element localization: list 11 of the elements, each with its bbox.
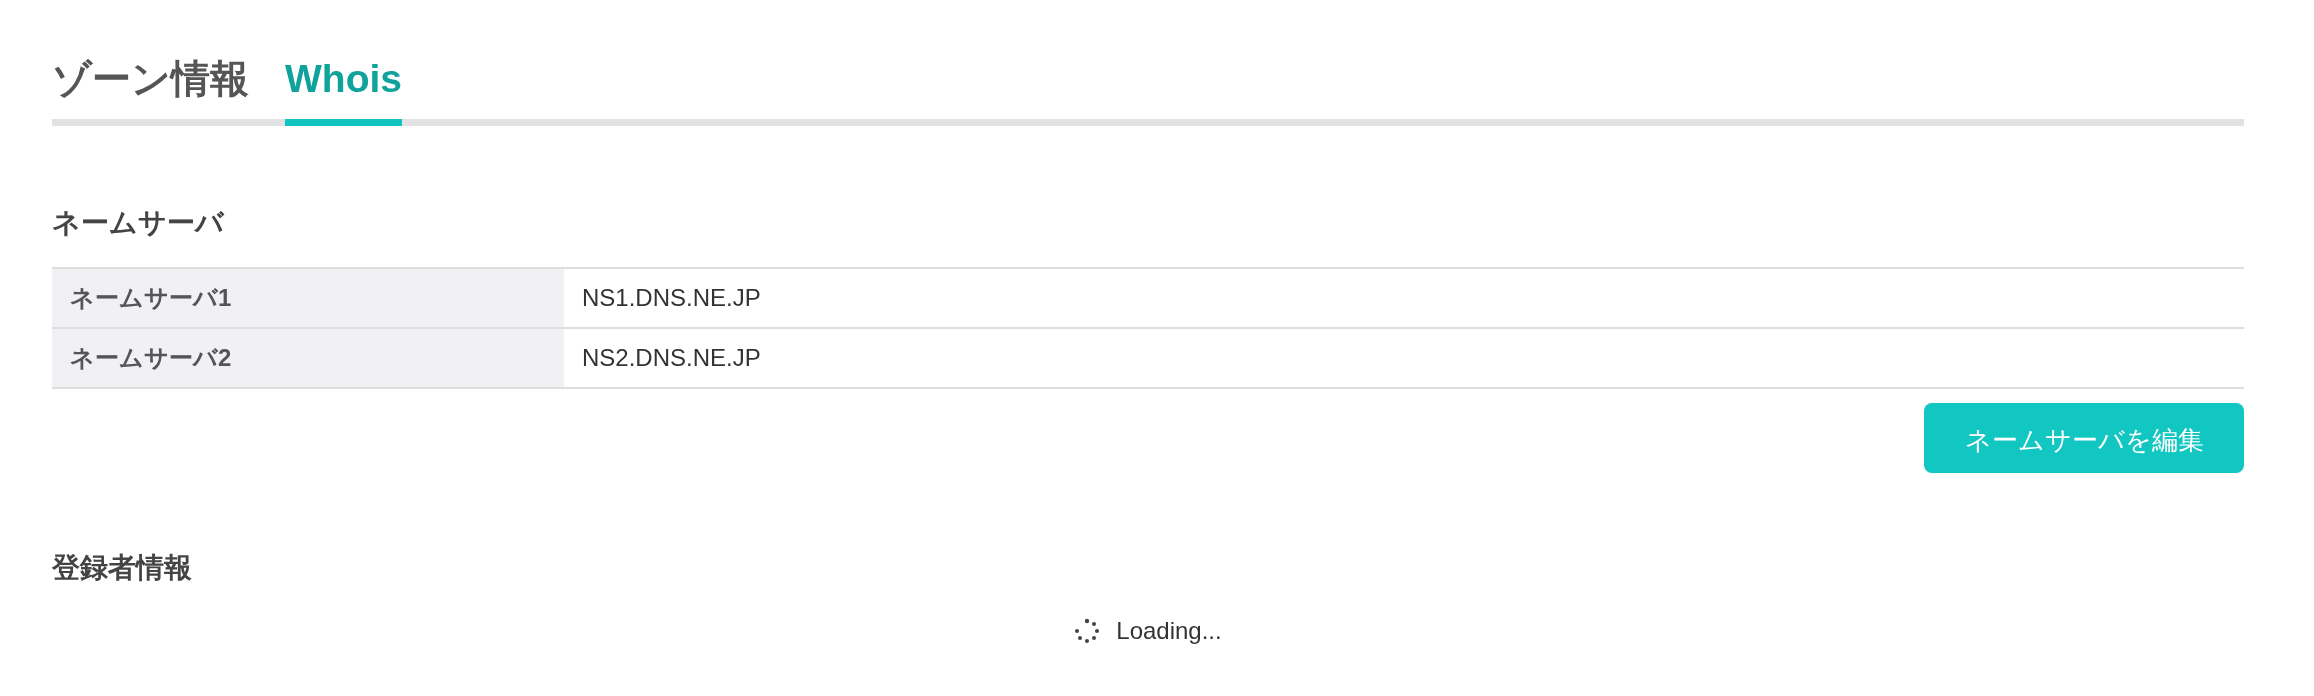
section-heading: 登録者情報 (52, 551, 193, 585)
section-heading: ネームサーバ (52, 205, 226, 240)
row-label: ネームサーバ1 (52, 268, 564, 329)
nameserver-value: NS2.DNS.NE.JP (564, 328, 2244, 389)
loading-text: Loading... (1116, 617, 1222, 645)
nameserver-value: NS1.DNS.NE.JP (564, 268, 2244, 329)
tab[interactable]: ゾーン情報 (52, 56, 249, 126)
row-label: ネームサーバ2 (52, 328, 564, 389)
tab[interactable]: Whois (285, 56, 402, 126)
edit-nameserver-button[interactable]: ネームサーバを編集 (1924, 403, 2244, 474)
spinner-icon (1074, 618, 1101, 644)
